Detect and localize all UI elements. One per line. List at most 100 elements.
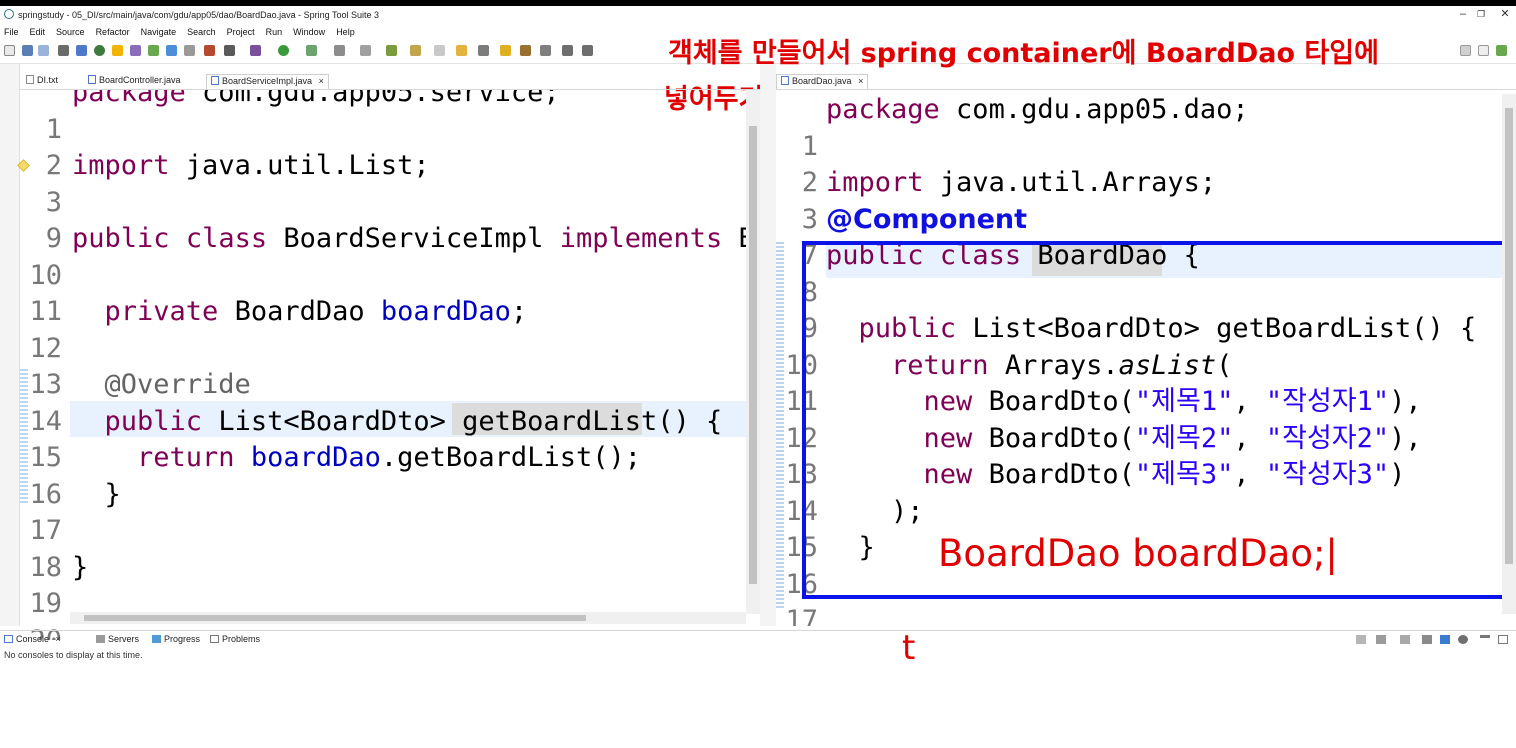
clear-console-icon[interactable] [1422,635,1432,644]
perspective-icon[interactable] [1478,45,1489,56]
tab-label: BoardDao.java [792,76,852,86]
java-file-icon [211,76,219,85]
skip-breakpoints-icon[interactable] [112,45,123,56]
code-line[interactable]: } [72,550,746,587]
minimize-view-icon[interactable] [1480,635,1490,638]
terminal-icon[interactable] [76,45,87,56]
spring-icon[interactable] [130,45,141,56]
spring-perspective-icon[interactable] [1496,45,1507,56]
console-empty-message: No consoles to display at this time. [4,650,143,660]
menu-file[interactable]: File [4,27,19,37]
new-java-project-icon[interactable] [306,45,317,56]
menu-help[interactable]: Help [336,27,355,37]
right-scroll-thumb[interactable] [1505,108,1513,564]
maximize-view-icon[interactable] [1498,635,1508,644]
menu-run[interactable]: Run [266,27,283,37]
code-line[interactable] [72,258,746,295]
left-code-viewport[interactable]: 1 2 3 9 10 11 12 13 14 15 16 17 18 19 20… [0,90,746,640]
code-line[interactable]: import java.util.Arrays; [826,165,1476,202]
boot-dashboard-icon[interactable] [148,45,159,56]
new-icon[interactable] [4,45,15,56]
open-console-icon[interactable] [1400,635,1410,644]
tab-servers[interactable]: Servers [96,634,139,644]
task-icon[interactable] [184,45,195,56]
code-line[interactable]: import java.util.List; [72,148,746,185]
tab-progress[interactable]: Progress [152,634,200,644]
code-line[interactable]: package com.gdu.app05.service; [72,90,746,112]
close-tab-icon[interactable]: × [858,76,863,86]
close-window-button[interactable]: ✕ [1496,7,1514,21]
display-console-icon[interactable] [1376,635,1386,644]
folder-open-icon[interactable] [456,45,467,56]
left-code-text[interactable]: package com.gdu.app05.service; import ja… [72,90,746,623]
code-line[interactable]: public List<BoardDto> getBoardList() { [72,404,746,441]
menu-source[interactable]: Source [56,27,85,37]
close-tab-icon[interactable]: × [56,634,61,644]
tab-label: Problems [222,634,261,644]
tab-boarddao-java[interactable]: BoardDao.java × [776,74,869,89]
external-tools-icon[interactable] [250,45,261,56]
new-package-icon[interactable] [334,45,345,56]
close-tab-icon[interactable]: × [319,76,324,86]
minimize-button[interactable]: – [1454,7,1472,21]
save-all-icon[interactable] [38,45,49,56]
code-line[interactable]: private BoardDao boardDao; [72,294,746,331]
code-line[interactable]: return boardDao.getBoardList(); [72,440,746,477]
save-icon[interactable] [22,45,33,56]
menu-edit[interactable]: Edit [30,27,46,37]
menu-window[interactable]: Window [293,27,325,37]
open-type-icon[interactable] [166,45,177,56]
tab-boardserviceimpl-java[interactable]: BoardServiceImpl.java × [206,74,329,89]
tab-di-txt[interactable]: DI.txt [22,74,62,89]
menu-project[interactable]: Project [227,27,255,37]
maximize-button[interactable]: ❐ [1472,7,1490,21]
code-line[interactable] [826,129,1476,166]
code-line[interactable] [72,112,746,149]
editor-splitter[interactable] [760,64,776,626]
code-line[interactable] [72,185,746,222]
code-line[interactable]: public class BoardServiceImpl implements… [72,221,746,258]
left-editor-pane: DI.txt BoardController.java BoardService… [0,64,760,640]
tab-boardcontroller-java[interactable]: BoardController.java [84,74,185,89]
left-hscroll-thumb[interactable] [84,615,586,621]
next-annotation-icon[interactable] [520,45,531,56]
code-line[interactable]: package com.gdu.app05.dao; [826,94,1476,129]
tab-label: BoardServiceImpl.java [222,76,313,86]
code-line[interactable]: @Component [826,202,1476,239]
code-line[interactable]: @Override [72,367,746,404]
line-number: 19 [29,588,62,619]
new-class-icon[interactable] [360,45,371,56]
quick-access-search-icon[interactable] [1460,45,1471,56]
tab-problems[interactable]: Problems [210,634,260,644]
code-line[interactable] [72,513,746,550]
run-icon[interactable] [278,45,289,56]
left-scroll-thumb[interactable] [749,126,757,584]
left-horizontal-scrollbar[interactable] [70,612,746,624]
forward-icon[interactable] [582,45,593,56]
code-line[interactable]: } [72,477,746,514]
right-vertical-scrollbar[interactable] [1502,94,1516,614]
line-number: 17 [785,605,818,626]
scroll-lock-icon[interactable] [1440,635,1450,644]
line-number: 9 [45,223,62,254]
debug-icon[interactable] [94,45,105,56]
menu-navigate[interactable]: Navigate [141,27,177,37]
left-vertical-scrollbar[interactable] [746,90,760,614]
print-icon[interactable] [58,45,69,56]
settings-gear-icon[interactable] [1458,635,1468,644]
web-browser-icon[interactable] [204,45,215,56]
code-line[interactable] [72,331,746,368]
show-whitespace-icon[interactable] [224,45,235,56]
tab-console[interactable]: Console × [4,634,61,644]
pin-console-icon[interactable] [1356,635,1366,644]
open-type-hierarchy-icon[interactable] [410,45,421,56]
annotation-icon[interactable] [500,45,511,56]
previous-edit-icon[interactable] [540,45,551,56]
menu-refactor[interactable]: Refactor [96,27,130,37]
search-icon[interactable] [386,45,397,56]
line-number: 18 [29,551,62,583]
back-icon[interactable] [562,45,573,56]
cursor-icon[interactable] [434,45,445,56]
pen-icon[interactable] [478,45,489,56]
menu-search[interactable]: Search [187,27,216,37]
